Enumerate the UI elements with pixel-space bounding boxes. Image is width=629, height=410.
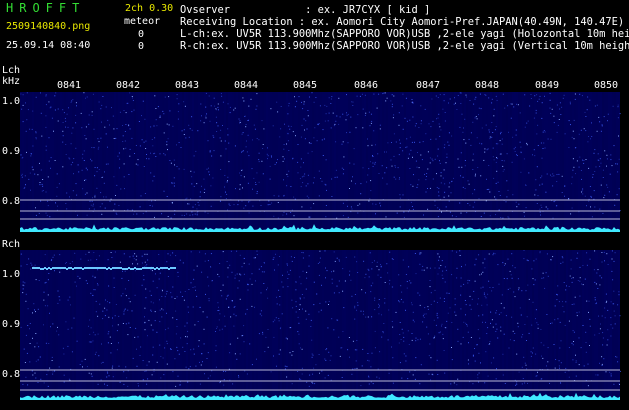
spectrogram-canvas — [20, 92, 621, 400]
lch-spectrogram — [20, 92, 621, 232]
rch-spectrogram — [20, 250, 621, 400]
